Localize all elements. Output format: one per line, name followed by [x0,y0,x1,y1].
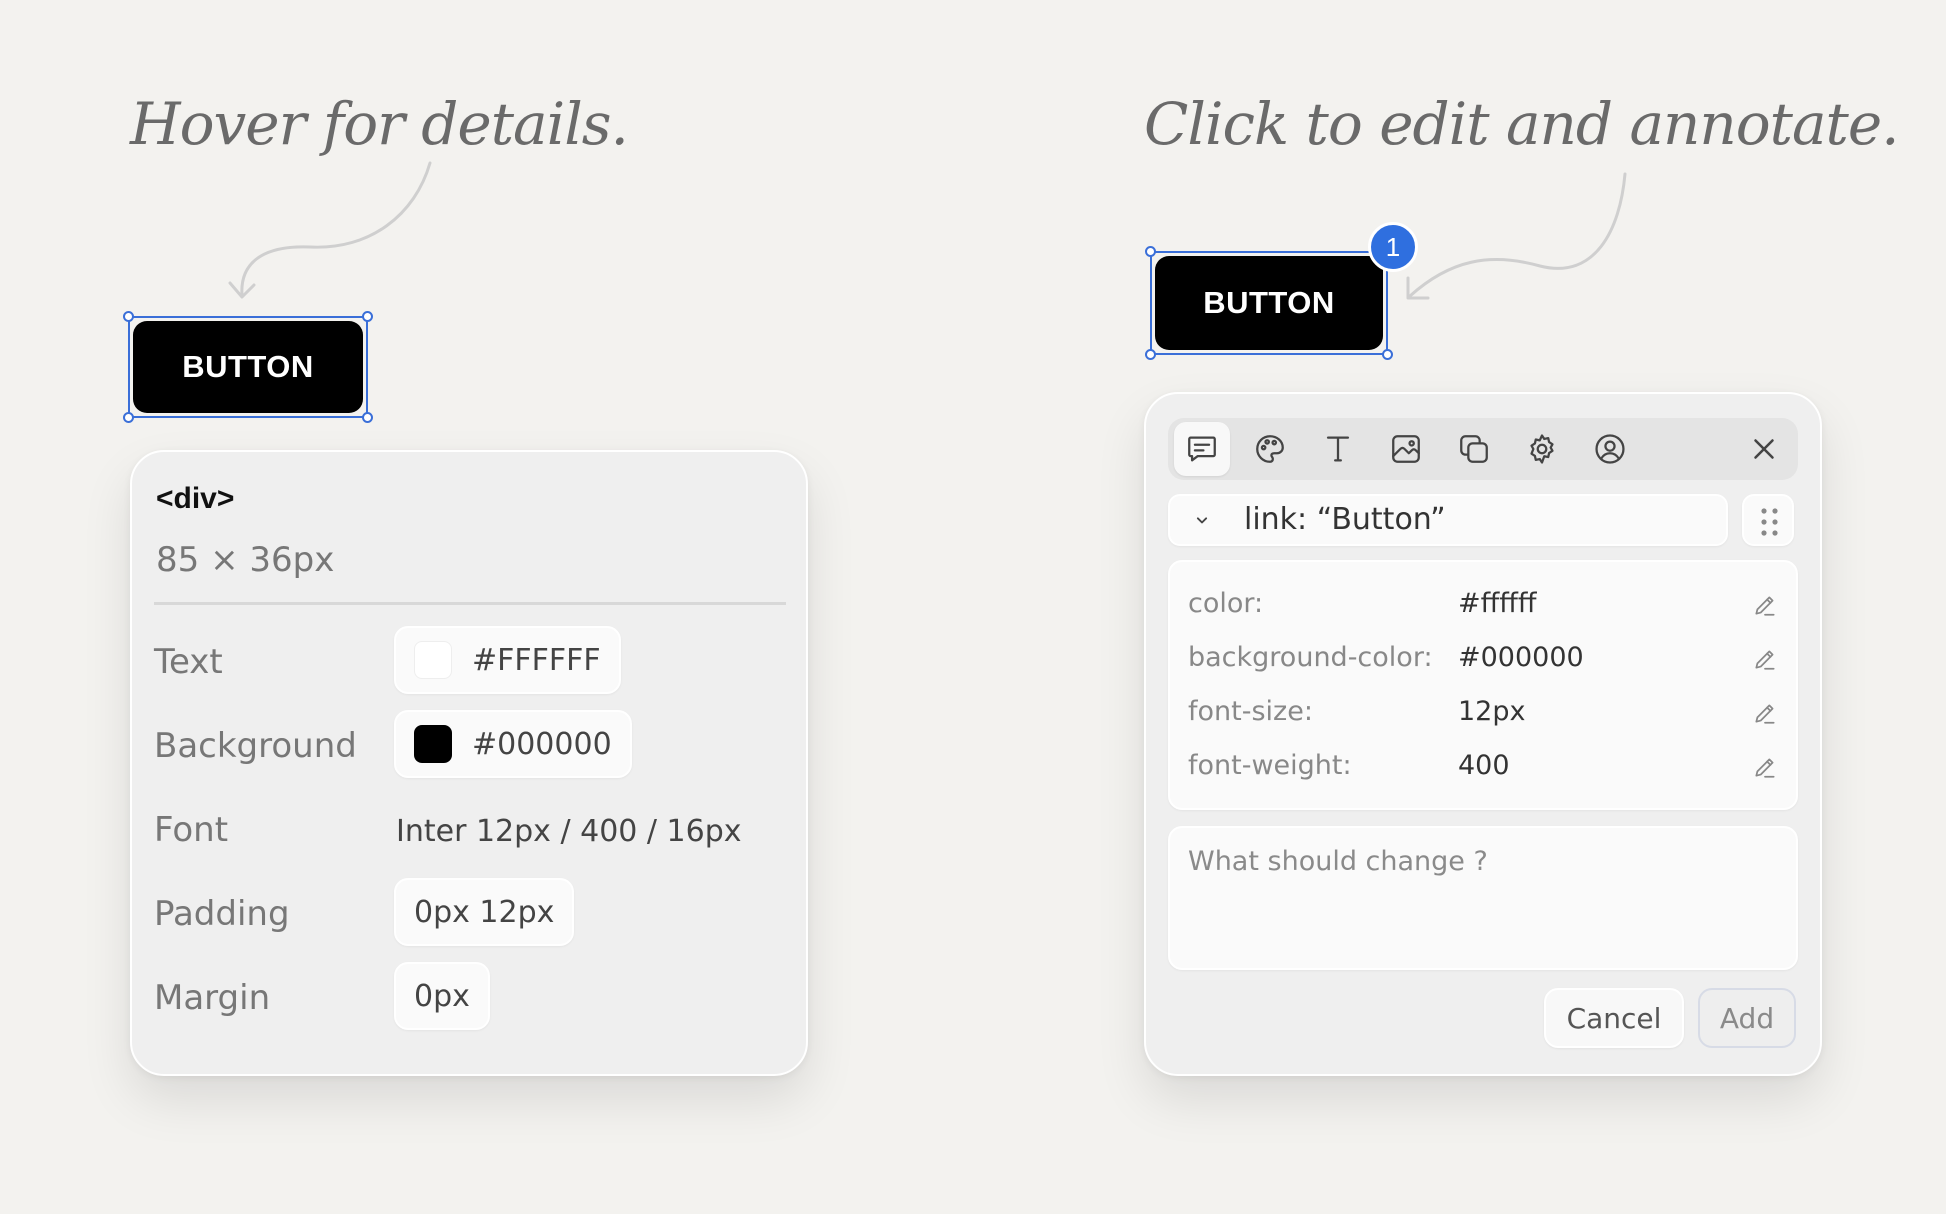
property-name: color: [1188,588,1264,619]
padding-chip[interactable]: 0px 12px [394,878,575,946]
cancel-button[interactable]: Cancel [1544,988,1684,1048]
text-color-chip[interactable]: #FFFFFF [394,626,621,694]
selected-element-frame: BUTTON [1145,246,1393,360]
settings-icon [1530,434,1554,464]
background-color-value: #000000 [472,726,612,762]
inspector-panel: <div> 85 × 36px Text #FFFFFF Background … [130,450,808,1076]
layers-tool[interactable] [1446,422,1502,476]
account-tool[interactable] [1582,422,1638,476]
annotation-input[interactable] [1168,826,1798,970]
image-icon [1392,435,1420,463]
selector-label: link: “Button” [1244,502,1446,537]
pencil-icon[interactable] [1752,592,1778,618]
element-selector[interactable]: link: “Button” [1168,494,1728,546]
editor-panel: link: “Button” color: #ffffff background… [1144,392,1822,1076]
property-value: 12px [1458,696,1526,727]
palette-icon [1256,435,1284,463]
margin-value: 0px [414,978,470,1014]
settings-tool[interactable] [1514,422,1570,476]
font-value: Inter 12px / 400 / 16px [396,814,742,849]
padding-label: Padding [154,894,290,934]
comment-icon [1188,436,1216,462]
property-name: font-size: [1188,696,1313,727]
background-color-chip[interactable]: #000000 [394,710,632,778]
divider [154,602,786,605]
property-value: #000000 [1458,642,1584,673]
click-arrow [1406,172,1627,300]
editor-toolbar [1168,418,1798,480]
chevron-down-icon [1196,517,1208,524]
property-name: font-weight: [1188,750,1352,781]
click-caption: Click to edit and annotate. [1144,90,1900,158]
close-icon [1754,439,1774,459]
font-label: Font [154,810,229,850]
hover-caption: Hover for details. [130,90,629,158]
property-row: color: #ffffff [1170,584,1796,628]
padding-value: 0px 12px [414,894,555,930]
properties-list: color: #ffffff background-color: #000000… [1168,560,1798,810]
background-color-label: Background [154,726,357,766]
margin-label: Margin [154,978,271,1018]
hover-selection-frame: BUTTON [123,311,373,423]
close-button[interactable] [1736,422,1792,476]
add-button[interactable]: Add [1698,988,1796,1048]
pencil-icon[interactable] [1752,646,1778,672]
style-tool[interactable] [1242,422,1298,476]
text-icon [1326,436,1350,462]
white-swatch [414,641,452,679]
text-color-value: #FFFFFF [472,642,601,678]
comment-tool[interactable] [1174,422,1230,476]
black-swatch [414,725,452,763]
property-value: 400 [1458,750,1510,781]
property-name: background-color: [1188,642,1433,673]
layers-icon [1460,435,1488,463]
text-tool[interactable] [1310,422,1366,476]
image-tool[interactable] [1378,422,1434,476]
element-tag: <div> [156,482,235,515]
element-size: 85 × 36px [156,540,335,580]
hover-arrow [228,161,432,299]
drag-handle[interactable] [1742,494,1794,546]
user-icon [1595,434,1625,464]
pencil-icon[interactable] [1752,754,1778,780]
drag-dots-icon [1761,508,1778,536]
margin-chip[interactable]: 0px [394,962,490,1030]
selected-button[interactable]: BUTTON [1155,256,1383,350]
demo-button[interactable]: BUTTON [133,321,363,413]
property-value: #ffffff [1458,588,1537,619]
property-row: font-weight: 400 [1170,746,1796,790]
text-color-label: Text [154,642,223,682]
property-row: background-color: #000000 [1170,638,1796,682]
pencil-icon[interactable] [1752,700,1778,726]
property-row: font-size: 12px [1170,692,1796,736]
annotation-badge[interactable]: 1 [1368,222,1418,272]
